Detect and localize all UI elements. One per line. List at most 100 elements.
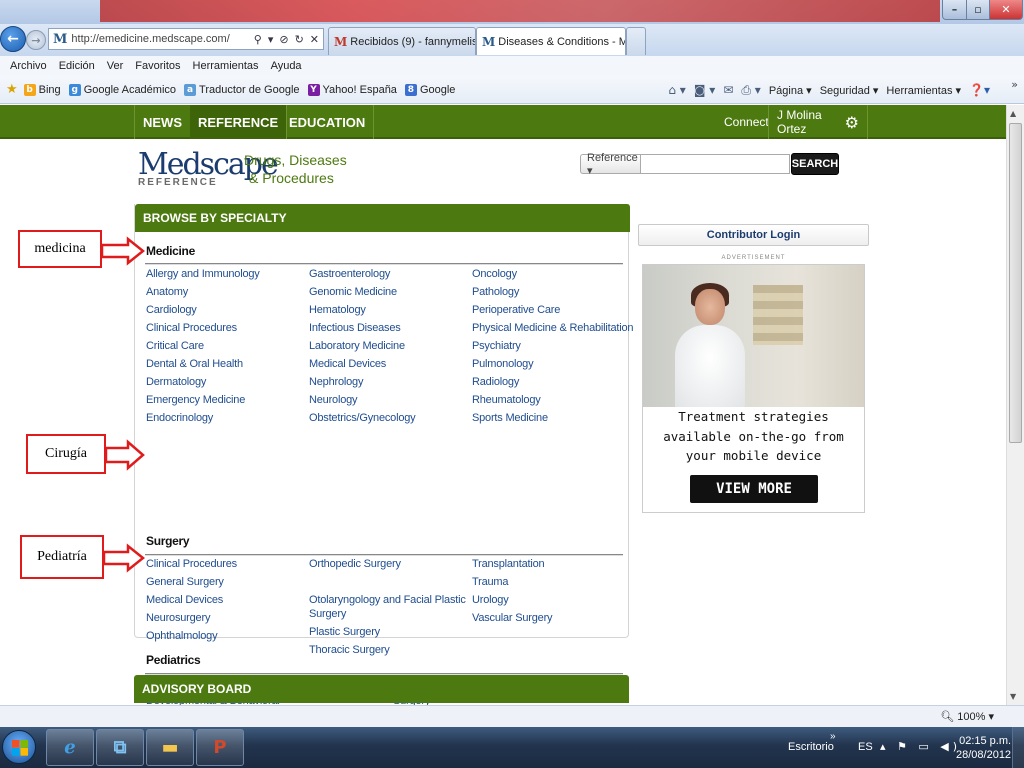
specialty-link[interactable]: Infectious Diseases xyxy=(309,322,401,334)
dropdown-icon[interactable]: ▾ xyxy=(268,33,274,46)
specialty-link[interactable]: Genomic Medicine xyxy=(309,286,397,298)
specialty-link[interactable]: Ophthalmology xyxy=(146,630,218,642)
specialty-link[interactable]: Radiology xyxy=(472,376,519,388)
specialty-link[interactable]: Vascular Surgery xyxy=(472,612,553,624)
language-indicator[interactable]: ES xyxy=(858,741,873,753)
specialty-link[interactable]: Medical Devices xyxy=(146,594,223,606)
favorites-star-icon[interactable]: ★ xyxy=(6,82,18,97)
specialty-link[interactable]: Psychiatry xyxy=(472,340,521,352)
fav-yahoo[interactable]: Y Yahoo! España xyxy=(307,83,397,96)
new-tab-button[interactable] xyxy=(626,27,646,55)
tray-icons[interactable]: ▴ ⚑ ▭ ◀) xyxy=(880,740,961,753)
search-scope-select[interactable]: Reference ▾ xyxy=(580,152,640,177)
specialty-link[interactable]: Otolaryngology and Facial Plastic xyxy=(309,594,466,606)
taskbar-network-app[interactable]: ⧉ xyxy=(96,729,144,766)
clock[interactable]: 02:15 p.m. 28/08/2012 xyxy=(956,734,1011,762)
specialty-link[interactable]: Endocrinology xyxy=(146,412,213,424)
vertical-scrollbar[interactable]: ▲ ▼ xyxy=(1006,105,1024,705)
specialty-link[interactable]: Laboratory Medicine xyxy=(309,340,405,352)
fav-google-academico[interactable]: g Google Académico xyxy=(68,83,176,96)
nav-news[interactable]: NEWS xyxy=(134,105,191,139)
fav-bing[interactable]: b Bing xyxy=(23,83,61,96)
specialty-link[interactable]: Oncology xyxy=(472,268,517,280)
specialty-link[interactable]: Hematology xyxy=(309,304,366,316)
specialty-link[interactable]: Gastroenterology xyxy=(309,268,390,280)
specialty-link[interactable]: Perioperative Care xyxy=(472,304,560,316)
specialty-link[interactable]: Allergy and Immunology xyxy=(146,268,260,280)
maximize-button[interactable]: ▫ xyxy=(966,0,990,20)
specialty-link[interactable]: Physical Medicine & Rehabilitation xyxy=(472,322,634,334)
back-button[interactable]: ← xyxy=(0,26,26,52)
scroll-thumb[interactable] xyxy=(1009,123,1022,443)
specialty-link[interactable]: Orthopedic Surgery xyxy=(309,558,401,570)
menu-herramientas-cmd[interactable]: Herramientas ▾ xyxy=(886,84,961,97)
scroll-up-icon[interactable]: ▲ xyxy=(1010,109,1016,118)
specialty-link[interactable]: Anatomy xyxy=(146,286,188,298)
mail-icon[interactable]: ✉ xyxy=(723,83,733,97)
taskbar-explorer[interactable]: ▬ xyxy=(146,729,194,766)
menu-ayuda[interactable]: Ayuda xyxy=(271,60,302,72)
home-icon[interactable]: ⌂ ▾ xyxy=(668,83,685,97)
menu-edicion[interactable]: Edición xyxy=(59,60,95,72)
tab-mail[interactable]: M Recibidos (9) - fannymelissa@... xyxy=(328,27,476,55)
menu-seguridad[interactable]: Seguridad ▾ xyxy=(820,84,879,97)
zoom-control[interactable]: 🔍︎ 100% ▾ xyxy=(940,710,994,723)
fav-traductor[interactable]: a Traductor de Google xyxy=(184,83,300,96)
specialty-link[interactable]: Neurology xyxy=(309,394,358,406)
specialty-link[interactable]: Obstetrics/Gynecology xyxy=(309,412,416,424)
search-button[interactable]: SEARCH xyxy=(791,153,839,175)
specialty-link[interactable]: Sports Medicine xyxy=(472,412,548,424)
specialty-link[interactable]: Nephrology xyxy=(309,376,363,388)
taskbar-powerpoint[interactable]: P xyxy=(196,729,244,766)
nav-education[interactable]: EDUCATION xyxy=(281,105,375,139)
specialty-link[interactable]: Clinical Procedures xyxy=(146,322,237,334)
print-icon[interactable]: ⎙ ▾ xyxy=(741,83,760,98)
nav-reference[interactable]: REFERENCE xyxy=(190,105,288,139)
scroll-down-icon[interactable]: ▼ xyxy=(1010,692,1016,701)
specialty-link[interactable]: Rheumatology xyxy=(472,394,541,406)
specialty-link[interactable]: Urology xyxy=(472,594,509,606)
show-desktop-button[interactable] xyxy=(1012,727,1024,768)
contributor-login-button[interactable]: Contributor Login xyxy=(638,224,869,246)
chevron-right-icon[interactable]: » xyxy=(830,731,836,742)
advertisement[interactable]: Treatment strategies available on-the-go… xyxy=(642,264,865,513)
specialty-link[interactable]: Cardiology xyxy=(146,304,197,316)
compat-icon[interactable]: ⊘ xyxy=(279,33,288,46)
specialty-link[interactable]: Trauma xyxy=(472,576,508,588)
specialty-link[interactable]: Dermatology xyxy=(146,376,206,388)
search-icon[interactable]: ⚲ xyxy=(254,33,262,46)
start-button[interactable] xyxy=(2,730,36,764)
menu-favoritos[interactable]: Favoritos xyxy=(135,60,180,72)
specialty-link[interactable]: Critical Care xyxy=(146,340,204,352)
menu-herramientas[interactable]: Herramientas xyxy=(193,60,259,72)
specialty-link[interactable]: General Surgery xyxy=(146,576,224,588)
gear-icon[interactable]: ⚙ xyxy=(845,113,859,132)
specialty-link[interactable]: Thoracic Surgery xyxy=(309,644,390,656)
specialty-link[interactable]: Clinical Procedures xyxy=(146,558,237,570)
menu-pagina[interactable]: Página ▾ xyxy=(769,84,812,97)
close-window-button[interactable]: ✕ xyxy=(989,0,1023,20)
chevron-right-icon[interactable]: » xyxy=(1011,78,1018,91)
view-more-button[interactable]: VIEW MORE xyxy=(690,475,818,503)
desktop-toolbar[interactable]: Escritorio xyxy=(788,741,834,753)
search-input[interactable] xyxy=(640,154,790,174)
specialty-link[interactable]: Plastic Surgery xyxy=(309,626,380,638)
taskbar-internet-explorer[interactable]: ℯ xyxy=(46,729,94,766)
specialty-link[interactable]: Transplantation xyxy=(472,558,545,570)
address-bar[interactable]: M http://emedicine.medscape.com/ ⚲ ▾ ⊘ ↻… xyxy=(48,28,324,50)
tab-medscape[interactable]: M Diseases & Conditions - Me... × xyxy=(476,27,626,55)
menu-archivo[interactable]: Archivo xyxy=(10,60,47,72)
specialty-link[interactable]: Surgery xyxy=(309,608,346,620)
refresh-icon[interactable]: ↻ xyxy=(295,33,304,46)
nav-user[interactable]: J Molina Ortez ⚙ xyxy=(768,105,868,139)
stop-icon[interactable]: ✕ xyxy=(310,33,319,46)
forward-button[interactable]: → xyxy=(26,30,46,50)
menu-ver[interactable]: Ver xyxy=(107,60,124,72)
specialty-link[interactable]: Pathology xyxy=(472,286,519,298)
specialty-link[interactable]: Emergency Medicine xyxy=(146,394,245,406)
specialty-link[interactable]: Medical Devices xyxy=(309,358,386,370)
specialty-link[interactable]: Dental & Oral Health xyxy=(146,358,243,370)
specialty-link[interactable]: Neurosurgery xyxy=(146,612,210,624)
minimize-button[interactable]: – xyxy=(942,0,967,20)
fav-google[interactable]: 8 Google xyxy=(404,83,455,96)
